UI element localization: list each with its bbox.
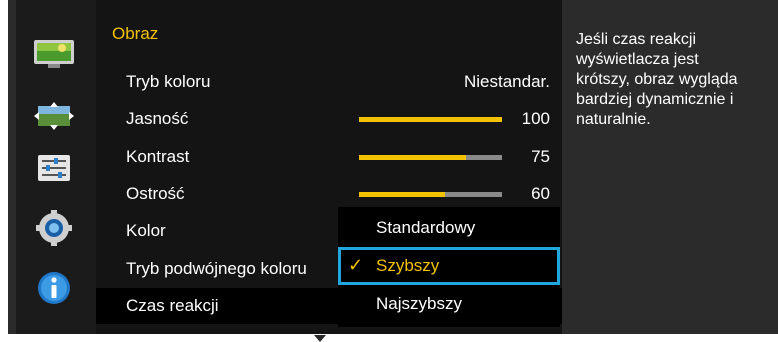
contrast-slider[interactable] xyxy=(359,155,502,160)
sharpness-slider[interactable] xyxy=(359,192,502,197)
menu-item-value: Niestandar. xyxy=(464,72,550,91)
picture-icon[interactable] xyxy=(28,38,80,70)
menu-item-label: Ostrość xyxy=(126,184,185,203)
screen-adjust-icon[interactable] xyxy=(28,100,80,132)
menu-item-label: Czas reakcji xyxy=(126,296,219,315)
menu-item-contrast[interactable]: Kontrast 75 xyxy=(96,139,562,175)
menu-item-label: Jasność xyxy=(126,109,189,128)
settings-sliders-icon[interactable] xyxy=(28,152,80,184)
menu-category-sidebar xyxy=(16,0,96,334)
slider-fill xyxy=(359,117,502,122)
option-fastest[interactable]: Najszybszy xyxy=(338,285,560,323)
option-label: Szybszy xyxy=(376,256,440,275)
menu-item-value: 100 xyxy=(521,109,550,128)
slider-fill xyxy=(359,192,445,197)
menu-item-brightness[interactable]: Jasność 100 xyxy=(96,101,562,137)
check-icon: ✓ xyxy=(348,255,364,275)
response-time-submenu: Standardowy ✓ Szybszy Najszybszy xyxy=(338,207,560,327)
menu-title: Obraz xyxy=(112,24,159,43)
gear-icon[interactable] xyxy=(28,210,80,246)
option-label: Standardowy xyxy=(376,218,476,237)
menu-item-value: 60 xyxy=(531,184,550,203)
menu-item-label: Tryb koloru xyxy=(126,72,211,91)
help-text: Jeśli czas reakcji wyświetlacza jest kró… xyxy=(576,31,738,128)
slider-fill xyxy=(359,155,467,160)
help-info-panel: Jeśli czas reakcji wyświetlacza jest kró… xyxy=(562,0,778,334)
brightness-slider[interactable] xyxy=(359,117,502,122)
menu-item-label: Tryb podwójnego koloru xyxy=(126,259,307,278)
option-standard[interactable]: Standardowy xyxy=(338,209,560,247)
menu-item-color-mode[interactable]: Tryb koloru Niestandar. xyxy=(96,64,562,100)
menu-item-value: 75 xyxy=(531,147,550,166)
scroll-down-arrow-icon xyxy=(314,335,326,342)
option-label: Najszybszy xyxy=(376,294,462,313)
info-icon[interactable] xyxy=(28,272,80,304)
option-faster[interactable]: ✓ Szybszy xyxy=(338,247,560,285)
menu-item-label: Kolor xyxy=(126,221,166,240)
osd-screen: Obraz Tryb koloru Niestandar. Jasność 10… xyxy=(8,0,778,334)
menu-item-label: Kontrast xyxy=(126,147,190,166)
